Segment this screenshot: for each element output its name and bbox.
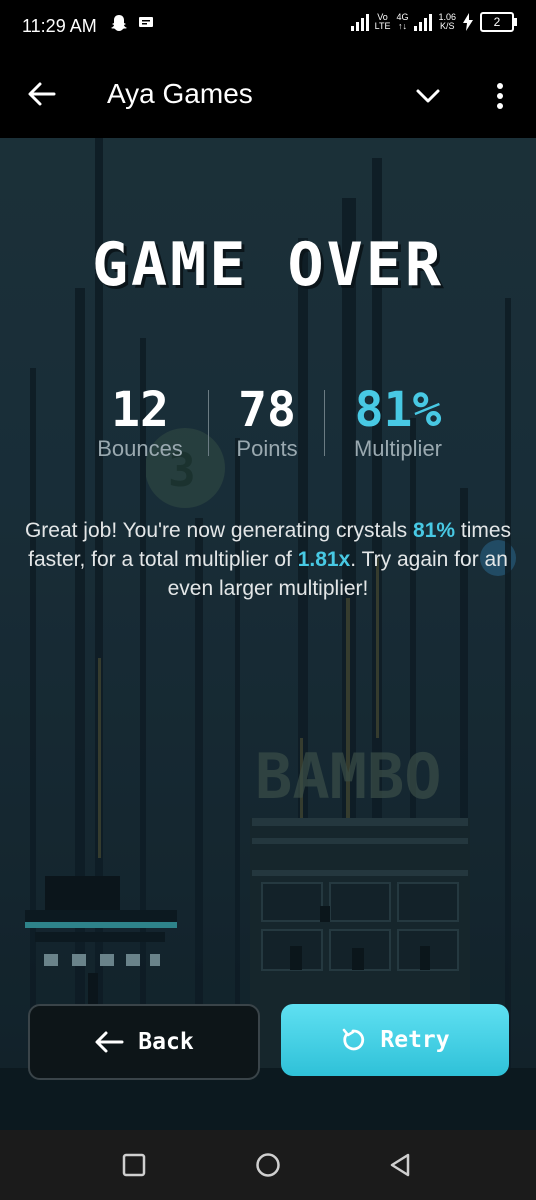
message-icon: [139, 17, 153, 27]
chevron-down-icon[interactable]: [414, 82, 442, 110]
system-nav-bar: [0, 1130, 536, 1200]
bounces-label: Bounces: [97, 436, 183, 461]
back-button-label: Back: [138, 1029, 194, 1055]
snapchat-icon: [111, 15, 127, 31]
app-title: Aya Games: [107, 78, 253, 109]
points-label: Points: [236, 436, 298, 461]
status-right-group: Vo LTE 4G ↑↓ 1.06 K/S 2: [350, 12, 517, 32]
points-value: 78: [238, 382, 296, 438]
network-4g-label: 4G ↑↓: [396, 12, 409, 31]
message-highlight-percent: 81%: [413, 519, 456, 542]
volte-label: Vo LTE: [374, 12, 391, 31]
stat-divider: [208, 390, 209, 456]
signal-2-icon: [414, 13, 433, 31]
stat-multiplier: 81% Multiplier: [340, 384, 456, 462]
stat-bounces: 12 Bounces: [84, 384, 196, 462]
arrow-left-icon: [95, 1031, 124, 1053]
battery-icon: 2: [480, 12, 517, 32]
stat-divider: [324, 390, 325, 456]
arrow-left-icon[interactable]: [26, 78, 58, 110]
status-time: 11:29 AM: [22, 16, 97, 36]
score-stats: 12 Bounces 78 Points 81% Multiplier: [84, 384, 456, 464]
bounces-value: 12: [111, 382, 169, 438]
more-vert-icon[interactable]: [488, 80, 512, 112]
game-over-heading: GAME OVER: [91, 230, 445, 300]
home-circle-icon[interactable]: [255, 1152, 281, 1178]
multiplier-label: Multiplier: [353, 436, 443, 461]
network-speed: 1.06 K/S: [438, 12, 456, 31]
back-button[interactable]: Back: [28, 1004, 260, 1080]
stat-points: 78 Points: [226, 384, 308, 462]
result-message: Great job! You're now generating crystal…: [24, 519, 512, 600]
signal-icon: [350, 13, 369, 31]
app-bar: Aya Games: [0, 54, 536, 138]
recents-square-icon[interactable]: [121, 1152, 147, 1178]
retry-button-label: Retry: [380, 1027, 450, 1053]
message-highlight-multiplier: 1.81x: [297, 548, 351, 571]
retry-button[interactable]: Retry: [281, 1004, 509, 1076]
multiplier-value: 81%: [354, 382, 442, 438]
game-area: 3 BAMBO GAME OVER 12 Bounces 78 Points 8…: [0, 138, 536, 1130]
back-triangle-icon[interactable]: [387, 1152, 413, 1178]
charging-icon: [463, 13, 473, 31]
retry-icon: [343, 1028, 365, 1051]
status-bar: 11:29 AM Vo LTE 4G ↑↓ 1.06 K/S 2: [0, 0, 536, 54]
